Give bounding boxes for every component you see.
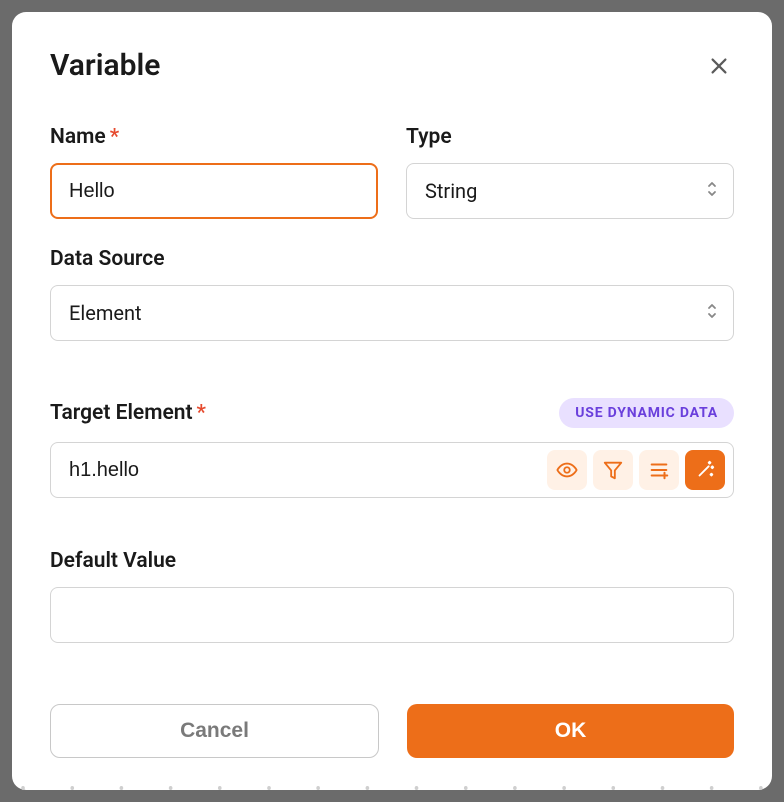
target-element-label-row: Target Element* USE DYNAMIC DATA [50, 398, 734, 428]
modal-title: Variable [50, 48, 160, 83]
dynamic-data-badge[interactable]: USE DYNAMIC DATA [559, 398, 734, 428]
magic-wand-button[interactable] [685, 450, 725, 490]
target-element-label-text: Target Element [50, 401, 193, 425]
default-value-field: Default Value [50, 549, 734, 672]
data-source-value: Element [69, 301, 142, 325]
cancel-button[interactable]: Cancel [50, 704, 379, 758]
type-field: Type String [406, 125, 734, 219]
target-element-field: Target Element* USE DYNAMIC DATA [50, 398, 734, 521]
target-icon-group [547, 450, 725, 490]
target-element-label: Target Element* [50, 401, 206, 425]
type-value: String [425, 179, 477, 203]
name-label: Name* [50, 125, 378, 149]
filter-icon [602, 459, 624, 481]
name-input[interactable] [50, 163, 378, 219]
data-source-select-wrapper: Element [50, 285, 734, 341]
type-label: Type [406, 125, 734, 149]
name-field: Name* [50, 125, 378, 219]
close-icon [708, 55, 730, 77]
default-value-label: Default Value [50, 549, 734, 573]
required-indicator: * [110, 125, 119, 149]
name-label-text: Name [50, 125, 106, 149]
required-indicator: * [197, 401, 206, 425]
preview-button[interactable] [547, 450, 587, 490]
filter-button[interactable] [593, 450, 633, 490]
default-value-input[interactable] [50, 587, 734, 643]
data-source-select[interactable]: Element [50, 285, 734, 341]
ok-button[interactable]: OK [407, 704, 734, 758]
data-source-label: Data Source [50, 247, 734, 271]
add-list-button[interactable] [639, 450, 679, 490]
type-select-wrapper: String [406, 163, 734, 219]
modal-header: Variable [50, 48, 734, 83]
variable-modal: Variable Name* Type String [12, 12, 772, 790]
modal-footer: Cancel OK [50, 704, 734, 758]
target-element-input-wrapper [50, 442, 734, 498]
type-select[interactable]: String [406, 163, 734, 219]
name-type-row: Name* Type String [50, 125, 734, 219]
list-plus-icon [648, 459, 670, 481]
magic-wand-icon [694, 459, 716, 481]
target-element-input[interactable] [69, 443, 547, 497]
form-body: Name* Type String [50, 125, 734, 672]
data-source-field: Data Source Element [50, 247, 734, 370]
eye-icon [556, 459, 578, 481]
close-button[interactable] [704, 51, 734, 81]
